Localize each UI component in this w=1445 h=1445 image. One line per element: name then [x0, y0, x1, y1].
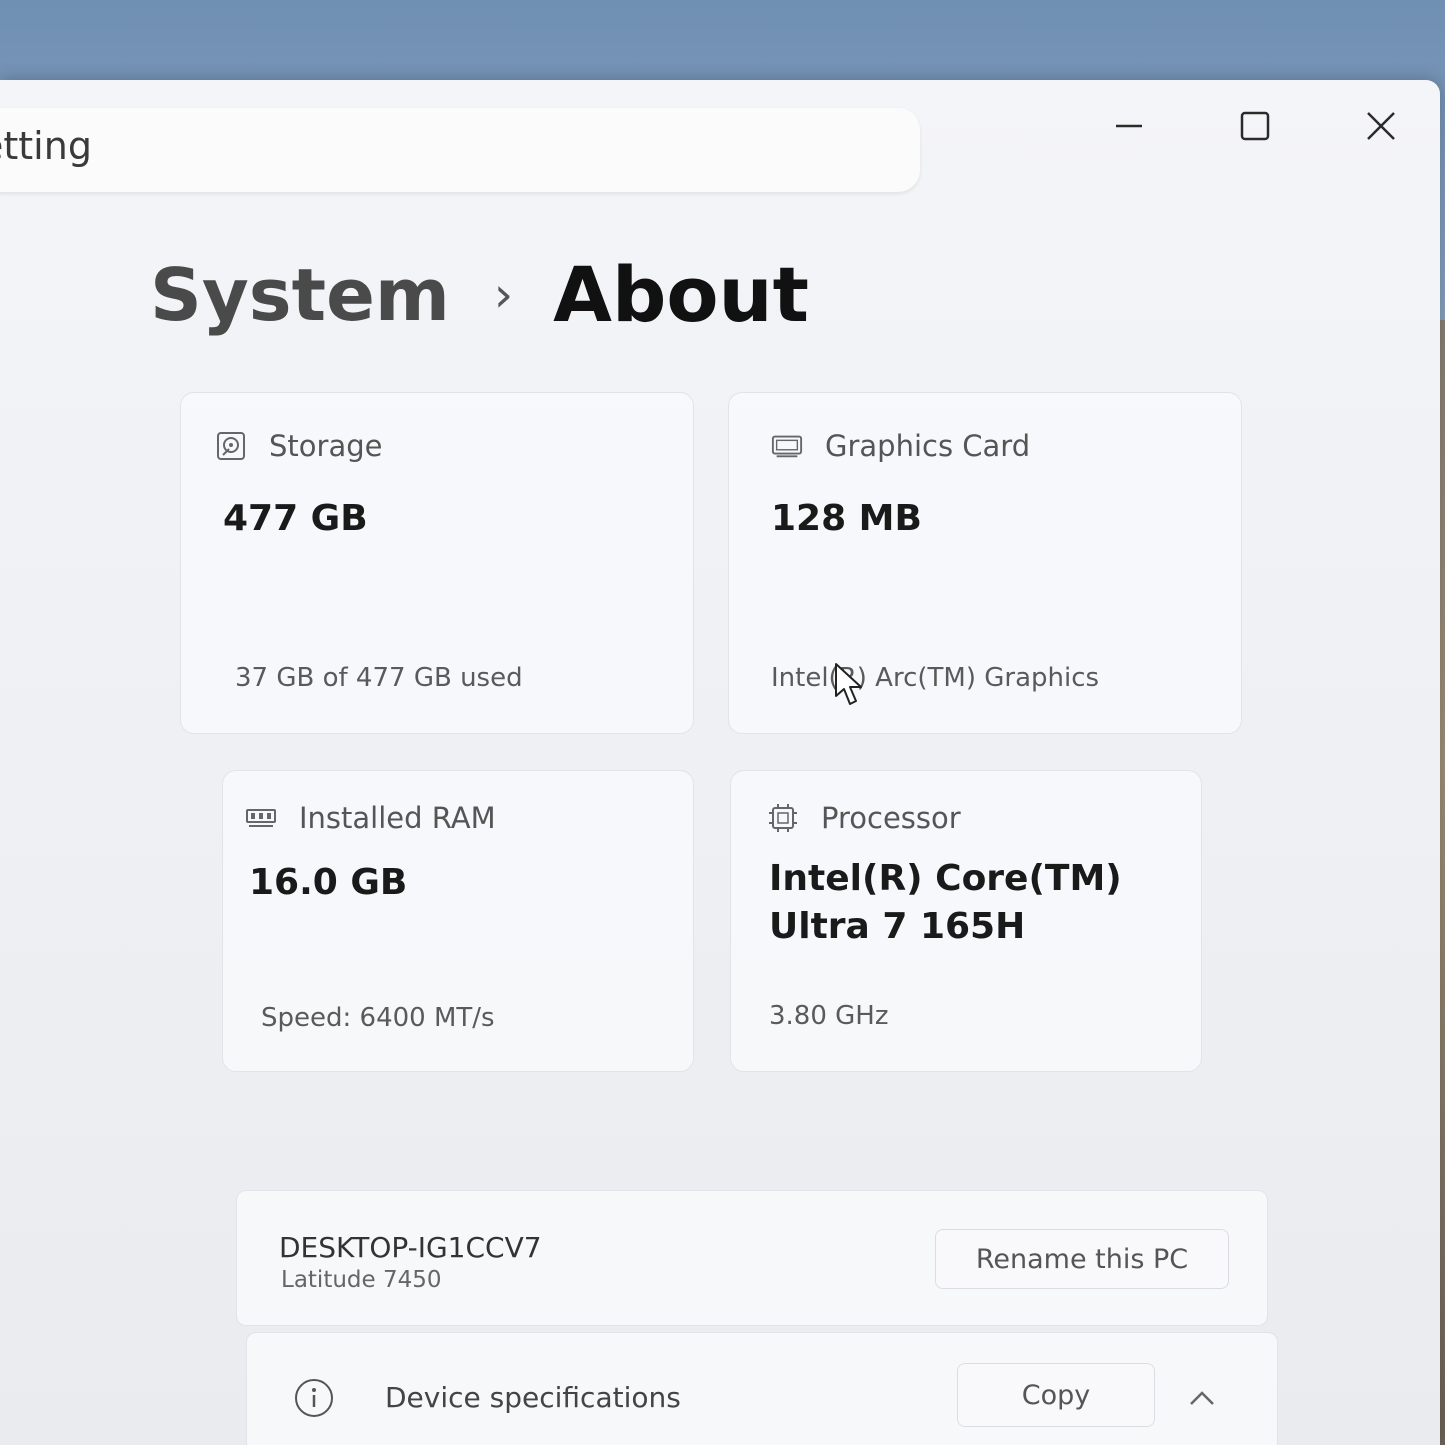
- pc-name-card: DESKTOP-IG1CCV7 Latitude 7450 Rename thi…: [236, 1190, 1268, 1326]
- processor-icon: [767, 802, 799, 834]
- installed-ram-detail: Speed: 6400 MT/s: [261, 1003, 495, 1033]
- storage-label: Storage: [269, 429, 383, 463]
- pc-model: Latitude 7450: [281, 1267, 442, 1293]
- rename-pc-button[interactable]: Rename this PC: [935, 1229, 1229, 1289]
- close-icon: [1367, 112, 1395, 140]
- breadcrumb-system[interactable]: System: [150, 253, 450, 337]
- search-input[interactable]: etting: [0, 124, 92, 168]
- processor-value-line1: Intel(R) Core(TM): [769, 858, 1122, 899]
- graphics-card-label: Graphics Card: [825, 429, 1031, 463]
- maximize-button[interactable]: [1220, 98, 1290, 154]
- processor-label: Processor: [821, 801, 961, 835]
- chevron-up-icon[interactable]: [1187, 1389, 1217, 1407]
- graphics-card-icon: [771, 430, 803, 462]
- breadcrumb: System › About: [150, 250, 809, 339]
- close-button[interactable]: [1346, 98, 1416, 154]
- processor-value-line2: Ultra 7 165H: [769, 906, 1026, 947]
- mouse-cursor-icon: [835, 663, 862, 705]
- page-title: About: [553, 250, 809, 339]
- search-box[interactable]: etting: [0, 108, 920, 192]
- storage-card[interactable]: Storage 477 GB 37 GB of 477 GB used: [180, 392, 694, 734]
- settings-window: etting System › About Storage 477 GB 37 …: [0, 80, 1440, 1445]
- info-icon: [295, 1379, 333, 1417]
- graphics-card-card[interactable]: Graphics Card 128 MB Intel(R) Arc(TM) Gr…: [728, 392, 1242, 734]
- maximize-icon: [1240, 111, 1270, 141]
- ram-icon: [245, 802, 277, 834]
- minimize-button[interactable]: [1094, 98, 1164, 154]
- graphics-card-detail: Intel(R) Arc(TM) Graphics: [771, 663, 1100, 693]
- installed-ram-label: Installed RAM: [299, 801, 496, 835]
- device-specifications-row[interactable]: Device specifications Copy: [246, 1332, 1278, 1445]
- device-specifications-label: Device specifications: [385, 1381, 681, 1414]
- copy-button[interactable]: Copy: [957, 1363, 1155, 1427]
- installed-ram-value: 16.0 GB: [249, 862, 408, 903]
- storage-icon: [215, 430, 247, 462]
- storage-value: 477 GB: [223, 498, 368, 539]
- graphics-card-value: 128 MB: [771, 498, 922, 539]
- processor-card[interactable]: Processor Intel(R) Core(TM) Ultra 7 165H…: [730, 770, 1202, 1072]
- pc-name: DESKTOP-IG1CCV7: [279, 1231, 542, 1264]
- processor-detail: 3.80 GHz: [769, 1001, 889, 1031]
- minimize-icon: [1116, 124, 1142, 128]
- installed-ram-card[interactable]: Installed RAM 16.0 GB Speed: 6400 MT/s: [222, 770, 694, 1072]
- breadcrumb-separator: ›: [493, 266, 514, 323]
- storage-detail: 37 GB of 477 GB used: [235, 663, 523, 693]
